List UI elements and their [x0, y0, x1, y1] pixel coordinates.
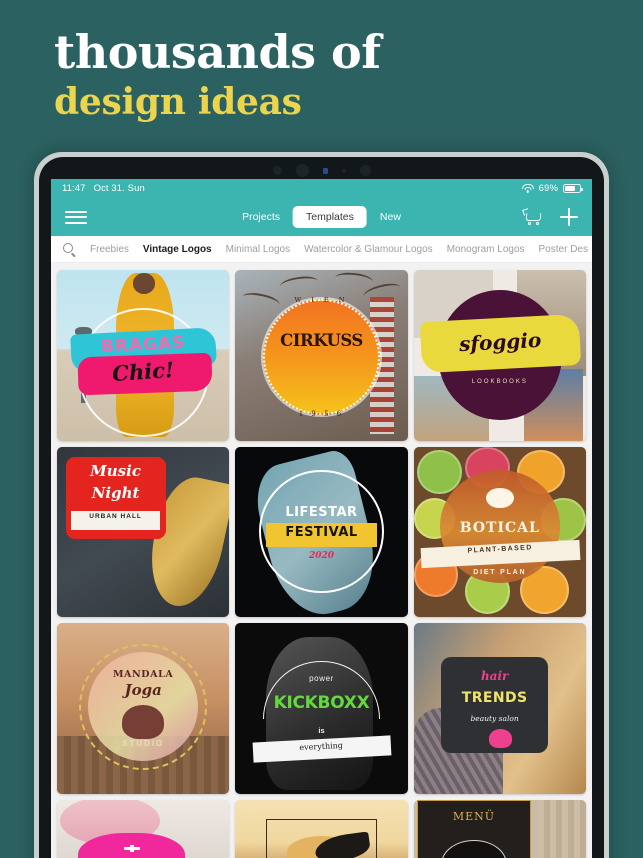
template-title-second-line: Night [91, 483, 140, 502]
template-card-mandala-joga[interactable]: MANDALA Joga STUDIO [57, 623, 230, 794]
template-subtitle: URBAN HALL [89, 513, 142, 521]
template-title: hair [480, 669, 509, 684]
template-card-menu-board[interactable]: MENÜ [413, 799, 586, 858]
template-year: 1 9 5 6 [298, 410, 345, 419]
hamburger-menu-icon[interactable] [65, 210, 87, 224]
status-bar-time: 11:47 [62, 183, 86, 194]
view-mode-segmented-control: Projects Templates New [229, 206, 414, 228]
battery-percent-label: 69% [538, 183, 558, 194]
promo-headline: thousands of design ideas [54, 28, 381, 125]
proximity-sensor-icon [359, 165, 371, 176]
template-card-sfoggio[interactable]: sfoggio LOOKBOOKS [413, 270, 586, 441]
template-tagline: STUDIO [122, 739, 165, 749]
category-filter-bar: Freebies Vintage Logos Minimal Logos Wat… [51, 236, 592, 263]
category-freebies[interactable]: Freebies [90, 244, 129, 255]
shopping-cart-icon[interactable] [522, 208, 542, 225]
status-bar: 11:47 Oct 31. Sun 69% [51, 179, 592, 198]
template-title: BOTICAL [459, 519, 540, 536]
device-screen: 11:47 Oct 31. Sun 69% Projects Templates… [51, 179, 592, 858]
app-top-bar: Projects Templates New [51, 198, 592, 236]
template-card-lifestar-festival[interactable]: LIFESTAR FESTIVAL 2020 [235, 446, 408, 618]
category-monogram-logos[interactable]: Monogram Logos [447, 244, 525, 255]
template-connector: is [318, 725, 325, 735]
template-card-hair-trends[interactable]: hair TRENDS beauty salon [413, 623, 586, 794]
template-grid: BRAGAS Chic! W I E N CIRKUSS 1 9 5 6 sfo… [51, 263, 592, 858]
template-card-cirkuss[interactable]: W I E N CIRKUSS 1 9 5 6 [235, 270, 408, 441]
template-tagline: beauty salon [470, 713, 519, 723]
tab-templates[interactable]: Templates [293, 206, 367, 228]
wifi-icon [521, 184, 534, 193]
front-camera-icon [295, 164, 309, 177]
template-tagline: DIET PLAN [473, 569, 527, 577]
lotus-icon [489, 728, 512, 748]
plus-icon[interactable] [560, 208, 578, 226]
template-card-marlin-poster[interactable] [235, 799, 408, 858]
template-subtitle: Joga [124, 681, 162, 700]
template-subtitle: FESTIVAL [285, 525, 358, 541]
promo-headline-line1: thousands of [54, 25, 381, 79]
plus-icon [124, 844, 140, 853]
template-title: KICKBOXX [273, 693, 370, 714]
template-subtitle: TRENDS [461, 689, 528, 706]
search-icon[interactable] [63, 242, 76, 258]
template-title: CIRKUSS [280, 331, 363, 351]
tablet-bezel: 11:47 Oct 31. Sun 69% Projects Templates… [39, 157, 604, 858]
category-vintage-logos[interactable]: Vintage Logos [143, 244, 212, 255]
sensor-dot-icon [272, 166, 282, 175]
template-eyebrow: W I E N [294, 295, 349, 304]
template-card-music-night[interactable]: Music Night URBAN HALL [57, 446, 230, 618]
device-sensor-array [39, 164, 604, 177]
template-card-bragas-chic[interactable]: BRAGAS Chic! [57, 270, 230, 441]
template-eyebrow: power [309, 674, 334, 684]
template-year: 2020 [308, 550, 335, 561]
category-minimal-logos[interactable]: Minimal Logos [226, 244, 290, 255]
template-card-botical[interactable]: BOTICAL PLANT-BASED DIET PLAN [413, 446, 586, 618]
status-bar-date: Oct 31. Sun [93, 183, 145, 194]
category-watercolor-glamour-logos[interactable]: Watercolor & Glamour Logos [304, 244, 433, 255]
sensor-dot-icon [341, 168, 346, 173]
template-title: MENÜ [452, 809, 496, 823]
template-title: LIFESTAR [285, 504, 358, 520]
template-card-kickboxx[interactable]: power KICKBOXX is everything [235, 623, 408, 794]
tab-new[interactable]: New [367, 206, 414, 228]
category-poster-designs[interactable]: Poster Des [539, 244, 588, 255]
tab-projects[interactable]: Projects [229, 206, 293, 228]
indicator-led-icon [322, 167, 328, 174]
template-title: MANDALA [112, 669, 174, 681]
tablet-device-frame: 11:47 Oct 31. Sun 69% Projects Templates… [34, 152, 609, 858]
battery-icon [563, 184, 583, 193]
promo-headline-line2: design ideas [54, 81, 302, 124]
template-title: Music [90, 461, 141, 480]
template-subtitle: LOOKBOOKS [471, 379, 528, 386]
template-card-pink-plus[interactable] [57, 799, 230, 858]
